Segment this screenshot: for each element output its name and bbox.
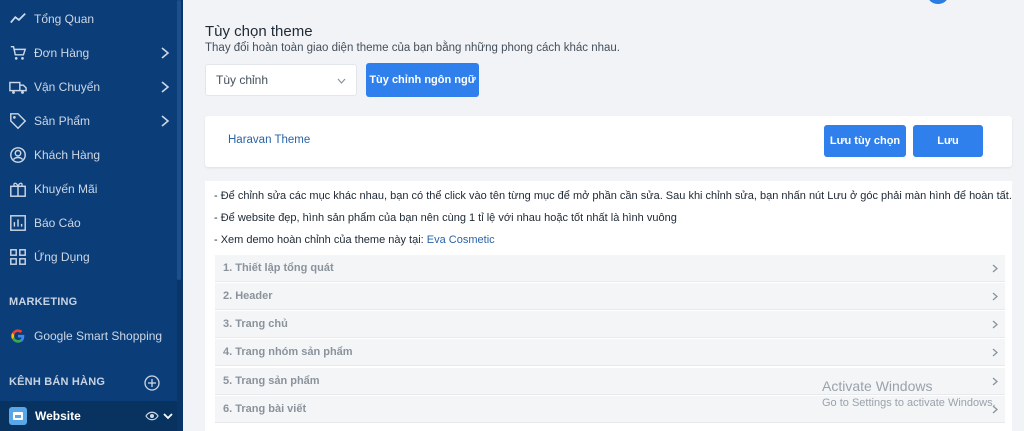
- sidebar: Tổng Quan Đơn Hàng Vận Chuyển Sản Phẩm K…: [0, 0, 183, 431]
- section-accordion-item[interactable]: 3. Trang chủ: [215, 311, 1005, 338]
- website-label: Website: [35, 409, 81, 423]
- user-icon: [8, 145, 28, 165]
- demo-link[interactable]: Eva Cosmetic: [427, 234, 495, 246]
- chevron-right-icon: [992, 292, 998, 301]
- apps-icon: [8, 247, 28, 267]
- sidebar-item-tong-quan[interactable]: Tổng Quan: [0, 2, 177, 36]
- chevron-right-icon: [992, 348, 998, 357]
- activate-windows-subtitle: Go to Settings to activate Windows.: [822, 397, 996, 409]
- chevron-right-icon: [161, 115, 170, 127]
- add-channel-icon[interactable]: [144, 375, 160, 391]
- report-icon: [8, 213, 28, 233]
- avatar[interactable]: [928, 0, 948, 4]
- theme-mode-select[interactable]: Tùy chỉnh: [205, 64, 357, 96]
- section-accordion-item[interactable]: 2. Header: [215, 283, 1005, 310]
- sidebar-item-label: Đơn Hàng: [34, 46, 90, 60]
- marketing-section-title: MARKETING: [9, 296, 78, 308]
- section-label: 1. Thiết lập tổng quát: [223, 262, 334, 274]
- chevron-right-icon: [161, 81, 170, 93]
- sidebar-item-label: Google Smart Shopping: [34, 329, 163, 343]
- website-logo-icon: [9, 407, 27, 425]
- sidebar-item-google-smart-shopping[interactable]: Google Smart Shopping: [0, 319, 177, 353]
- section-label: 5. Trang sản phẩm: [223, 375, 320, 387]
- chevron-right-icon: [161, 47, 170, 59]
- save-options-button[interactable]: Lưu tùy chọn: [824, 125, 906, 157]
- instruction-note: - Để chỉnh sửa các mục khác nhau, bạn có…: [214, 190, 1012, 202]
- instruction-note: - Để website đẹp, hình sản phẩm của bạn …: [214, 212, 677, 224]
- sidebar-item-khach-hang[interactable]: Khách Hàng: [0, 138, 177, 172]
- truck-icon: [8, 77, 28, 97]
- page-title: Tùy chọn theme: [205, 23, 313, 40]
- sales-channels-section-title: KÊNH BÁN HÀNG: [9, 376, 106, 388]
- section-label: 4. Trang nhóm sản phẩm: [223, 346, 353, 358]
- gift-icon: [8, 179, 28, 199]
- page-subtitle: Thay đổi hoàn toàn giao diện theme của b…: [205, 42, 620, 54]
- section-accordion-item[interactable]: 1. Thiết lập tổng quát: [215, 255, 1005, 282]
- theme-name-link[interactable]: Haravan Theme: [228, 134, 310, 146]
- sidebar-item-label: Khuyến Mãi: [34, 182, 98, 196]
- cart-icon: [8, 43, 28, 63]
- sidebar-item-ung-dung[interactable]: Ứng Dụng: [0, 240, 177, 274]
- sidebar-item-san-pham[interactable]: Sản Phẩm: [0, 104, 177, 138]
- sidebar-item-label: Vận Chuyển: [34, 80, 101, 94]
- sidebar-item-label: Sản Phẩm: [34, 114, 91, 128]
- save-button[interactable]: Lưu: [913, 125, 983, 157]
- theme-panel: Haravan Theme Lưu tùy chọn Lưu: [205, 116, 1012, 167]
- sidebar-item-don-hang[interactable]: Đơn Hàng: [0, 36, 177, 70]
- section-label: 3. Trang chủ: [223, 318, 288, 330]
- sidebar-item-website[interactable]: Website: [0, 401, 177, 431]
- section-label: 2. Header: [223, 290, 273, 302]
- customize-language-button[interactable]: Tùy chỉnh ngôn ngữ: [366, 63, 479, 97]
- activate-windows-title: Activate Windows: [822, 378, 933, 394]
- sidebar-item-label: Ứng Dụng: [34, 250, 90, 264]
- trend-icon: [8, 9, 28, 29]
- sidebar-item-bao-cao[interactable]: Báo Cáo: [0, 206, 177, 240]
- chevron-right-icon: [992, 377, 998, 386]
- google-icon: [8, 326, 28, 346]
- sidebar-item-label: Báo Cáo: [34, 216, 81, 230]
- theme-mode-select-value: Tùy chỉnh: [216, 73, 269, 87]
- main-content: Tùy chọn theme Thay đổi hoàn toàn giao d…: [183, 0, 1024, 431]
- chevron-right-icon: [992, 264, 998, 273]
- chevron-down-icon: [337, 78, 346, 84]
- sidebar-item-label: Khách Hàng: [34, 148, 101, 162]
- tag-icon: [8, 111, 28, 131]
- sidebar-item-khuyen-mai[interactable]: Khuyến Mãi: [0, 172, 177, 206]
- section-accordion-item[interactable]: 4. Trang nhóm sản phẩm: [215, 339, 1005, 366]
- sidebar-item-label: Tổng Quan: [34, 12, 95, 26]
- section-label: 6. Trang bài viết: [223, 403, 307, 415]
- demo-note: - Xem demo hoàn chỉnh của theme này tại:…: [214, 234, 495, 246]
- eye-icon[interactable]: [145, 409, 159, 423]
- chevron-right-icon: [992, 320, 998, 329]
- sidebar-item-van-chuyen[interactable]: Vận Chuyển: [0, 70, 177, 104]
- chevron-down-icon[interactable]: [162, 410, 174, 422]
- demo-note-prefix: - Xem demo hoàn chỉnh của theme này tại:: [214, 234, 427, 246]
- sidebar-scrollbar-thumb[interactable]: [177, 0, 181, 280]
